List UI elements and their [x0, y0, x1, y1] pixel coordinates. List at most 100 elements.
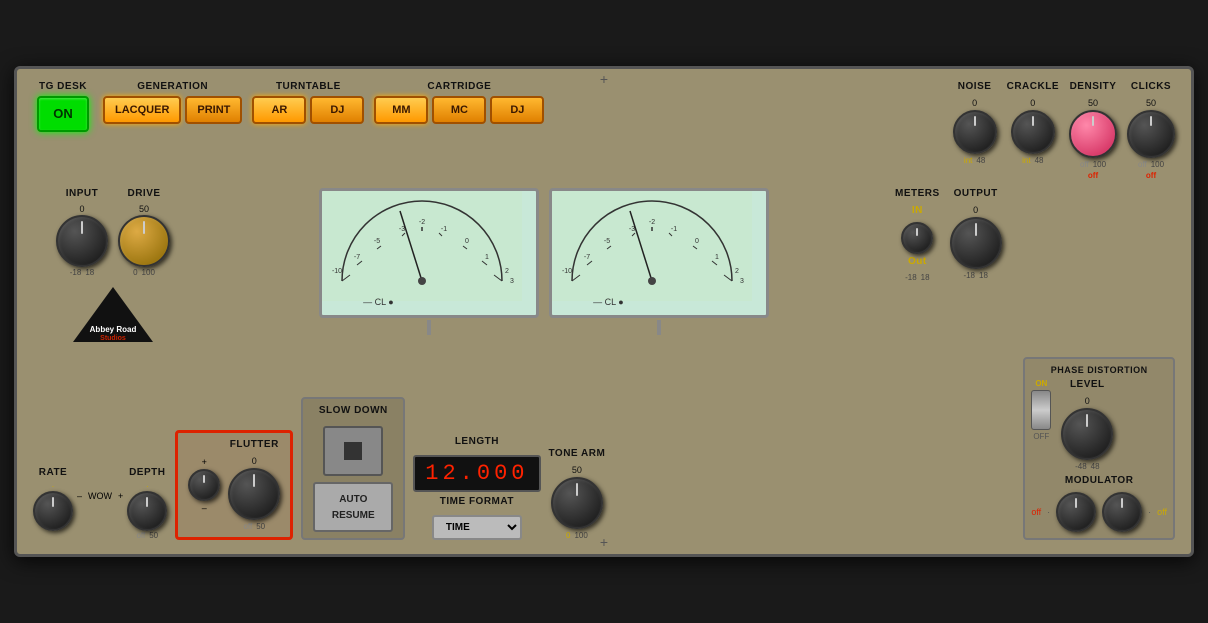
meters-in-knob[interactable]: [901, 222, 933, 254]
input-label: INPUT: [66, 188, 99, 199]
phase-toggle[interactable]: [1031, 390, 1051, 430]
clicks-off: off: [1138, 160, 1147, 169]
modulator-knob-right[interactable]: [1102, 492, 1142, 532]
generation-buttons: LACQUER PRINT: [103, 96, 242, 124]
time-format-dropdown[interactable]: TIME BARS SECONDS: [432, 515, 522, 540]
flutter-range: off 50: [243, 522, 265, 531]
svg-text:3: 3: [740, 278, 744, 285]
flutter-section: + – FLUTTER 0 off 50: [175, 430, 293, 540]
input-min: -18: [70, 268, 82, 277]
bottom-connector: +: [600, 534, 608, 550]
abbey-road-logo: Abbey Road Studios: [73, 287, 153, 347]
output-knob[interactable]: [950, 217, 1002, 269]
cartridge-section: CARTRIDGE MM MC DJ: [374, 81, 544, 124]
on-button[interactable]: ON: [37, 96, 89, 132]
svg-text:-1: -1: [671, 226, 677, 233]
wow-label: WOW: [88, 491, 112, 501]
phase-level-knob[interactable]: [1061, 408, 1113, 460]
mm-button[interactable]: MM: [374, 96, 428, 124]
flutter-rate-plus: +: [202, 457, 207, 467]
vu-left-needle-base: [427, 320, 431, 335]
rate-row: RATE · – WOW + DEPTH · off: [33, 467, 167, 540]
vu-left: -10 -7 -5 -3 -2 -1 0 1 2 3: [319, 188, 539, 335]
depth-knob[interactable]: [127, 491, 167, 531]
rate-section: RATE · – WOW + DEPTH · off: [33, 467, 167, 540]
cartridge-label: CARTRIDGE: [427, 81, 491, 92]
stop-button[interactable]: [323, 426, 383, 476]
cartridge-buttons: MM MC DJ: [374, 96, 544, 124]
modulator-section: MODULATOR off · · off: [1031, 475, 1167, 532]
clicks-section: CLICKS 50 off 100 off: [1127, 81, 1175, 180]
clicks-off-indicator: off: [1146, 171, 1156, 180]
input-max: 18: [85, 268, 94, 277]
drive-knob[interactable]: [118, 215, 170, 267]
plugin-container: + TG DESK ON GENERATION LACQUER PRINT TU…: [14, 66, 1194, 557]
vu-right: -10 -7 -5 -3 -2 -1 0 1 2 3 OUTPU: [549, 188, 769, 335]
modulator-off-left: off: [1031, 507, 1041, 517]
svg-text:1: 1: [485, 254, 489, 261]
clicks-range: off 100: [1138, 160, 1164, 169]
clicks-knob[interactable]: [1127, 110, 1175, 158]
clicks-label: CLICKS: [1131, 81, 1171, 92]
input-drive-row: INPUT 0 -18 18 DRIVE 50 0 100: [56, 188, 170, 277]
phase-level-value: 0: [1085, 396, 1090, 406]
crackle-label: CRACKLE: [1007, 81, 1059, 92]
time-format-select[interactable]: TIME BARS SECONDS: [432, 515, 522, 540]
auto-resume-button[interactable]: AUTORESUME: [313, 482, 393, 532]
svg-text:2: 2: [735, 268, 739, 275]
noise-min: int: [964, 156, 972, 165]
crackle-knob[interactable]: [1011, 110, 1055, 154]
drive-range: 0 100: [133, 268, 155, 277]
modulator-knob-left[interactable]: [1056, 492, 1096, 532]
flutter-rate-knob[interactable]: [188, 469, 220, 501]
phase-on-label: ON: [1035, 379, 1047, 388]
svg-text:-2: -2: [419, 219, 425, 226]
tone-arm-value: 50: [572, 465, 582, 475]
svg-text:0: 0: [465, 238, 469, 245]
input-knob[interactable]: [56, 215, 108, 267]
density-section: DENSITY 50 off 100 off: [1069, 81, 1117, 180]
density-knob[interactable]: [1069, 110, 1117, 158]
turntable-label: TURNTABLE: [276, 81, 341, 92]
output-value: 0: [973, 205, 978, 215]
vu-right-label: OUTPUT M — CL ●: [549, 297, 624, 307]
density-off: off: [1080, 160, 1089, 169]
rate-knob-section: RATE ·: [33, 467, 73, 531]
dj-button[interactable]: DJ: [310, 96, 364, 124]
top-row: TG DESK ON GENERATION LACQUER PRINT TURN…: [33, 81, 1175, 180]
print-button[interactable]: PRINT: [185, 96, 242, 124]
meters-label: METERS: [895, 188, 940, 199]
density-label: DENSITY: [1070, 81, 1117, 92]
drive-label: DRIVE: [127, 188, 160, 199]
generation-section: GENERATION LACQUER PRINT: [103, 81, 242, 124]
noise-label: NOISE: [958, 81, 992, 92]
drive-min: 0: [133, 268, 137, 277]
generation-label: GENERATION: [137, 81, 208, 92]
lacquer-button[interactable]: LACQUER: [103, 96, 181, 124]
modulator-row: off · · off: [1031, 492, 1167, 532]
noise-section: NOISE 0 int 48: [953, 81, 997, 165]
svg-text:-10: -10: [562, 268, 572, 275]
drive-value: 50: [139, 204, 149, 214]
svg-text:-5: -5: [604, 238, 610, 245]
svg-text:Studios: Studios: [100, 335, 126, 342]
svg-text:-2: -2: [649, 219, 655, 226]
dj-cartridge-button[interactable]: DJ: [490, 96, 544, 124]
meters-section: METERS IN Out -18 18: [895, 188, 940, 282]
mc-button[interactable]: MC: [432, 96, 486, 124]
density-off-indicator: off: [1088, 171, 1098, 180]
rate-knob[interactable]: [33, 491, 73, 531]
output-section: OUTPUT 0 -18 18: [950, 188, 1002, 280]
depth-range: off 50: [136, 531, 158, 540]
tone-arm-knob[interactable]: [551, 477, 603, 529]
turntable-section: TURNTABLE AR DJ: [252, 81, 364, 124]
flutter-knob[interactable]: [228, 468, 280, 520]
svg-text:1: 1: [715, 254, 719, 261]
modulator-off-right: off: [1157, 507, 1167, 517]
led-display: 12.000: [413, 455, 540, 492]
noise-knob[interactable]: [953, 110, 997, 154]
vu-left-label: OUTPUT M — CL ●: [319, 297, 394, 307]
svg-text:-1: -1: [441, 226, 447, 233]
ar-button[interactable]: AR: [252, 96, 306, 124]
depth-dot: ·: [146, 482, 149, 491]
